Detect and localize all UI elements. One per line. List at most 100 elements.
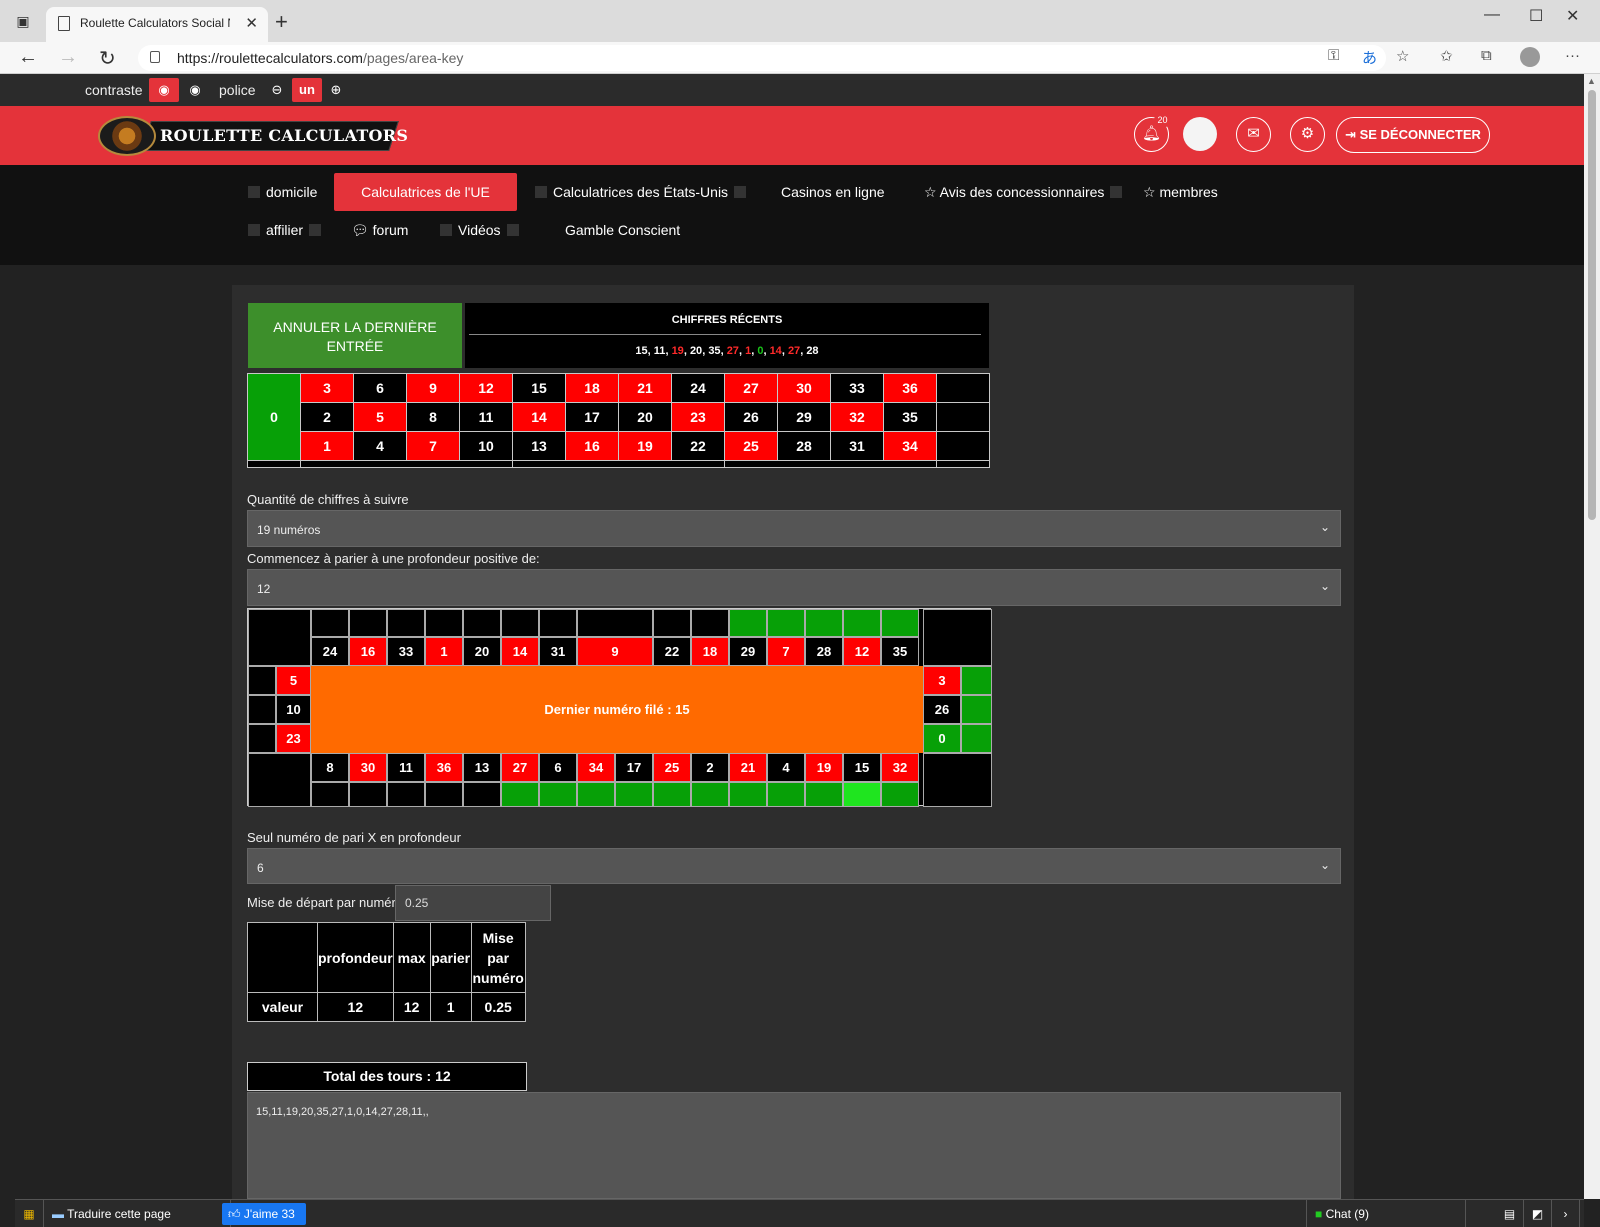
race-number[interactable]: 6 <box>539 753 577 782</box>
chat-button[interactable]: ■ Chat (9) <box>1306 1200 1466 1227</box>
race-number[interactable]: 21 <box>729 753 767 782</box>
nav-affiliate[interactable]: affilier <box>248 211 322 249</box>
race-number[interactable]: 35 <box>881 637 919 666</box>
race-number[interactable]: 18 <box>691 637 729 666</box>
grid-number[interactable]: 10 <box>459 431 513 461</box>
grid-column-bet[interactable] <box>936 431 990 461</box>
stake-input[interactable]: 0.25 <box>395 885 551 921</box>
race-number[interactable]: 11 <box>387 753 425 782</box>
race-number[interactable]: 2 <box>691 753 729 782</box>
grid-column-bet[interactable] <box>936 402 990 432</box>
messages-button[interactable]: ✉ <box>1236 117 1271 152</box>
grid-number[interactable]: 23 <box>671 402 725 432</box>
race-number[interactable]: 0 <box>923 724 961 753</box>
widget-grid-icon[interactable]: ▦ <box>15 1200 44 1227</box>
race-number[interactable]: 27 <box>501 753 539 782</box>
lock-icon[interactable] <box>150 51 160 63</box>
grid-number[interactable]: 21 <box>618 373 672 403</box>
race-number[interactable]: 17 <box>615 753 653 782</box>
race-number[interactable]: 30 <box>349 753 387 782</box>
grid-column-bet[interactable] <box>936 373 990 403</box>
font-decrease-button[interactable]: ⊖ <box>266 78 288 102</box>
race-number[interactable]: 15 <box>843 753 881 782</box>
contrast-on-button[interactable]: ◉ <box>149 78 179 102</box>
contrast-off-button[interactable]: ◉ <box>183 78 207 102</box>
race-number[interactable]: 9 <box>577 637 653 666</box>
chevron-right-icon[interactable]: › <box>1552 1200 1580 1227</box>
grid-number[interactable]: 32 <box>830 402 884 432</box>
new-tab-icon[interactable]: + <box>275 9 288 35</box>
more-icon[interactable]: ··· <box>1565 47 1580 64</box>
forward-icon[interactable]: → <box>58 46 78 69</box>
facebook-like-button[interactable]: 👍︎ J'aime 33 <box>222 1203 306 1225</box>
grid-number[interactable]: 8 <box>406 402 460 432</box>
nav-gamble-aware[interactable]: Gamble Conscient <box>565 211 680 249</box>
grid-number[interactable]: 22 <box>671 431 725 461</box>
grid-zero[interactable]: 0 <box>247 373 301 461</box>
grid-number[interactable]: 30 <box>777 373 831 403</box>
tab-actions-icon[interactable]: ▣ <box>14 12 32 30</box>
race-number[interactable]: 13 <box>463 753 501 782</box>
race-number[interactable]: 28 <box>805 637 843 666</box>
grid-number[interactable]: 29 <box>777 402 831 432</box>
grid-number[interactable]: 3 <box>300 373 354 403</box>
race-number[interactable]: 3 <box>923 666 961 695</box>
race-number[interactable]: 14 <box>501 637 539 666</box>
nav-home[interactable]: domicile <box>248 173 317 211</box>
race-number[interactable]: 7 <box>767 637 805 666</box>
grid-number[interactable]: 25 <box>724 431 778 461</box>
site-logo[interactable]: ROULETTE CALCULATORS <box>96 114 408 158</box>
grid-number[interactable]: 5 <box>353 402 407 432</box>
font-reset-button[interactable]: un <box>292 78 322 102</box>
grid-number[interactable]: 2 <box>300 402 354 432</box>
grid-number[interactable]: 18 <box>565 373 619 403</box>
maximize-icon[interactable]: ☐ <box>1529 6 1543 26</box>
race-number[interactable]: 8 <box>311 753 349 782</box>
refresh-icon[interactable]: ↻ <box>99 46 116 71</box>
race-number[interactable]: 34 <box>577 753 615 782</box>
race-number[interactable]: 10 <box>276 695 311 724</box>
race-number[interactable]: 33 <box>387 637 425 666</box>
race-number[interactable]: 32 <box>881 753 919 782</box>
nav-videos[interactable]: Vidéos <box>440 211 519 249</box>
grid-number[interactable]: 12 <box>459 373 513 403</box>
grid-number[interactable]: 27 <box>724 373 778 403</box>
grid-number[interactable]: 31 <box>830 431 884 461</box>
grid-number[interactable]: 35 <box>883 402 937 432</box>
history-textarea[interactable]: 15,11,19,20,35,27,1,0,14,27,28,11,, <box>247 1092 1341 1199</box>
grid-number[interactable]: 36 <box>883 373 937 403</box>
race-number[interactable]: 12 <box>843 637 881 666</box>
grid-number[interactable]: 7 <box>406 431 460 461</box>
nav-us-calculators[interactable]: Calculatrices des États-Unis <box>535 173 747 211</box>
race-number[interactable]: 23 <box>276 724 311 753</box>
nav-online-casinos[interactable]: Casinos en ligne <box>781 173 885 211</box>
url-field[interactable]: https://roulettecalculators.com/pages/ar… <box>138 45 1386 71</box>
race-number[interactable]: 26 <box>923 695 961 724</box>
profile-icon[interactable] <box>1520 47 1540 67</box>
close-tab-icon[interactable]: ✕ <box>245 14 258 32</box>
count-select[interactable]: 19 numéros ⌄ <box>247 510 1341 547</box>
nav-eu-calculators[interactable]: Calculatrices de l'UE <box>334 173 517 211</box>
avatar[interactable] <box>1183 117 1217 151</box>
nav-forum[interactable]: 💬︎ forum <box>351 211 408 249</box>
minimize-icon[interactable]: — <box>1484 6 1500 24</box>
grid-number[interactable]: 19 <box>618 431 672 461</box>
close-window-icon[interactable]: ✕ <box>1566 6 1579 26</box>
key-icon[interactable]: ⚿ <box>1328 47 1339 64</box>
rss-icon[interactable]: ◩ <box>1524 1200 1552 1227</box>
grid-number[interactable]: 28 <box>777 431 831 461</box>
single-bet-select[interactable]: 6 ⌄ <box>247 848 1341 884</box>
race-number[interactable]: 20 <box>463 637 501 666</box>
race-number[interactable]: 29 <box>729 637 767 666</box>
nav-members[interactable]: ☆ membres <box>1143 173 1218 211</box>
back-icon[interactable]: ← <box>18 46 38 69</box>
race-number[interactable]: 22 <box>653 637 691 666</box>
race-number[interactable]: 19 <box>805 753 843 782</box>
translate-page-button[interactable]: ▬ Traduire cette page <box>44 1200 231 1227</box>
grid-number[interactable]: 6 <box>353 373 407 403</box>
race-number[interactable]: 24 <box>311 637 349 666</box>
grid-number[interactable]: 9 <box>406 373 460 403</box>
settings-button[interactable]: ⚙ <box>1290 117 1325 152</box>
grid-number[interactable]: 34 <box>883 431 937 461</box>
translate-icon[interactable]: あ <box>1362 47 1377 68</box>
